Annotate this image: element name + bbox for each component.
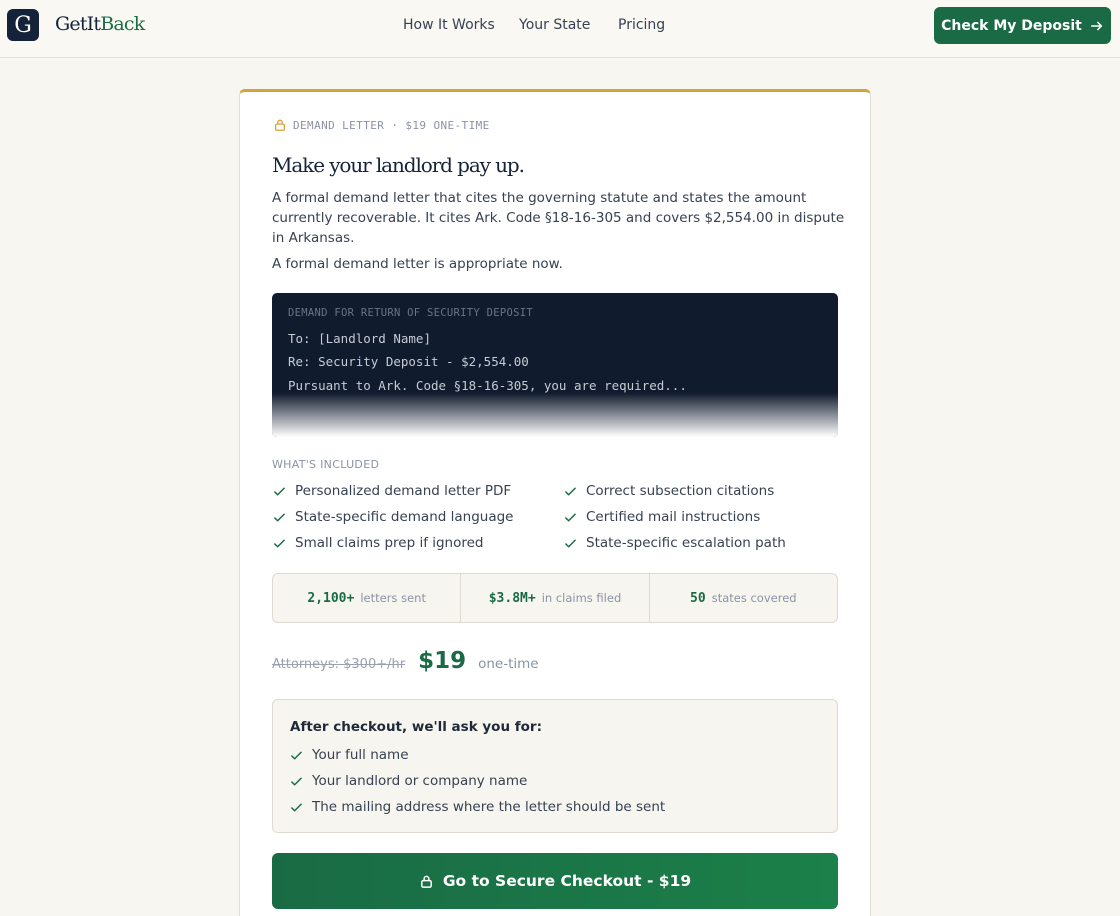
stats-bar: 2,100+ letters sent $3.8M+ in claims fil… [272, 573, 838, 623]
letter-preview-line: Re: Security Deposit - $2,554.00 [288, 354, 529, 369]
demand-letter-card: DEMAND LETTER · $19 ONE-TIME Make your l… [239, 89, 871, 916]
lock-icon [420, 875, 432, 888]
feature-item: Certified mail instructions [564, 509, 760, 525]
secure-checkout-button[interactable]: Go to Secure Checkout - $19 [272, 853, 838, 909]
check-icon [565, 487, 576, 495]
stat-claims-filed: $3.8M+ in claims filed [461, 574, 650, 622]
feature-label: Personalized demand letter PDF [295, 483, 512, 499]
card-description: A formal demand letter that cites the go… [272, 190, 845, 246]
feature-item: Small claims prep if ignored [273, 535, 484, 551]
whats-included-label: WHAT'S INCLUDED [272, 458, 380, 471]
lock-icon [274, 119, 286, 131]
check-icon [274, 539, 285, 547]
check-icon [274, 487, 285, 495]
logo-text-main: GetIt [55, 13, 101, 35]
letter-preview-line: To: [Landlord Name] [288, 331, 431, 346]
feature-label: Certified mail instructions [586, 509, 761, 525]
after-checkout-box: After checkout, we'll ask you for: Your … [272, 699, 838, 833]
feature-label: State-specific demand language [295, 509, 514, 525]
check-my-deposit-button[interactable]: Check My Deposit [934, 7, 1111, 44]
feature-label: State-specific escalation path [586, 535, 786, 551]
stat-number: $3.8M+ [488, 590, 536, 606]
stat-label: in claims filed [541, 591, 622, 605]
letter-preview: DEMAND FOR RETURN OF SECURITY DEPOSIT To… [272, 293, 838, 437]
letter-price: $19 [418, 648, 467, 674]
after-checkout-label: Your full name [312, 747, 409, 763]
stat-states-covered: 50 states covered [650, 574, 837, 622]
after-checkout-label: Your landlord or company name [312, 773, 528, 789]
feature-item: Correct subsection citations [564, 483, 774, 499]
letter-preview-line: Pursuant to Ark. Code §18-16-305, you ar… [288, 378, 687, 393]
arrow-right-icon [1090, 21, 1103, 30]
feature-item: State-specific escalation path [564, 535, 786, 551]
logo-text-accent: Back [100, 13, 145, 35]
after-checkout-item: Your full name [290, 747, 409, 763]
letter-preview-fade [272, 393, 838, 437]
stat-label: letters sent [360, 591, 426, 605]
feature-label: Correct subsection citations [586, 483, 775, 499]
after-checkout-item: Your landlord or company name [290, 773, 527, 789]
nav-pricing[interactable]: Pricing [618, 17, 665, 33]
card-eyebrow: DEMAND LETTER · $19 ONE-TIME [273, 118, 490, 132]
stat-number: 50 [690, 590, 706, 606]
feature-item: Personalized demand letter PDF [273, 483, 511, 499]
card-recommendation: A formal demand letter is appropriate no… [272, 256, 563, 272]
top-header: G GetItBack How It Works Your State Pric… [0, 0, 1120, 58]
logo-mark[interactable]: G [7, 9, 39, 41]
stat-label: states covered [711, 591, 797, 605]
check-icon [291, 777, 302, 785]
after-checkout-item: The mailing address where the letter sho… [290, 799, 665, 815]
price-row: Attorneys: $300+/hr $19 one-time [272, 648, 539, 674]
card-eyebrow-text: DEMAND LETTER · $19 ONE-TIME [293, 118, 490, 132]
check-icon [565, 539, 576, 547]
nav-how-it-works[interactable]: How It Works [403, 17, 495, 33]
feature-item: State-specific demand language [273, 509, 513, 525]
nav-your-state[interactable]: Your State [519, 17, 590, 33]
stat-letters-sent: 2,100+ letters sent [273, 574, 462, 622]
stat-number: 2,100+ [307, 590, 355, 606]
card-title: Make your landlord pay up. [272, 153, 525, 177]
after-checkout-label: The mailing address where the letter sho… [312, 799, 666, 815]
check-my-deposit-label: Check My Deposit [941, 17, 1082, 34]
secure-checkout-label: Go to Secure Checkout - $19 [442, 872, 692, 890]
check-icon [291, 803, 302, 811]
attorney-price: Attorneys: $300+/hr [272, 657, 406, 672]
check-icon [291, 751, 302, 759]
feature-label: Small claims prep if ignored [295, 535, 484, 551]
after-checkout-title: After checkout, we'll ask you for: [290, 719, 542, 735]
check-icon [565, 513, 576, 521]
price-note: one-time [478, 656, 539, 672]
check-icon [274, 513, 285, 521]
letter-preview-heading: DEMAND FOR RETURN OF SECURITY DEPOSIT [288, 307, 533, 319]
logo-text[interactable]: GetItBack [55, 13, 145, 35]
